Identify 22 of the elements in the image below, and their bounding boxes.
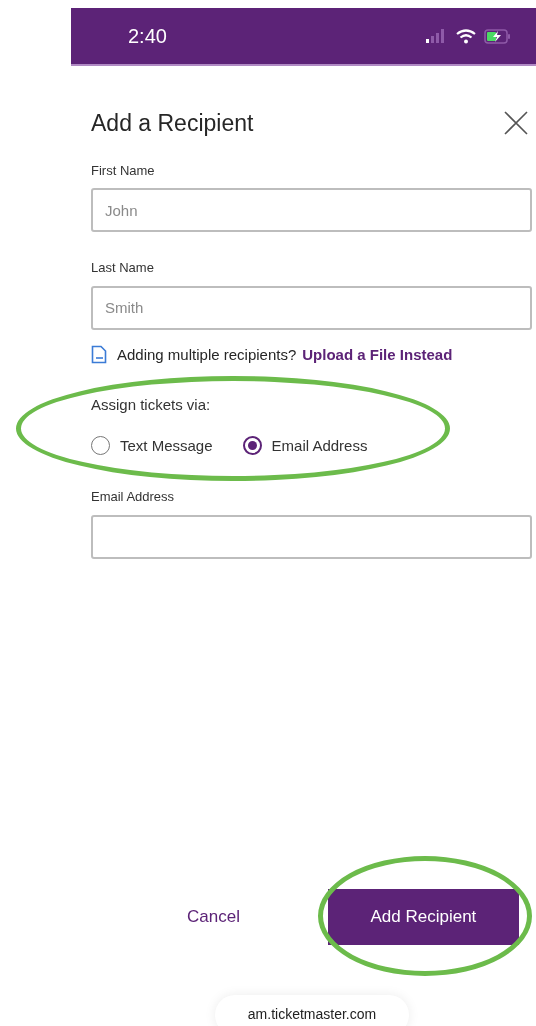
battery-charging-icon <box>484 28 512 44</box>
email-input-field[interactable] <box>91 514 532 559</box>
wifi-icon <box>456 28 476 44</box>
assign-label: Assign tickets via: <box>91 395 212 415</box>
text-input-field[interactable]: Smith <box>91 285 532 330</box>
document-icon <box>91 345 107 365</box>
radio-button[interactable] <box>242 436 262 456</box>
field-label: Email Address <box>91 488 176 506</box>
text-input-field[interactable]: John <box>91 188 532 232</box>
url-bar[interactable]: am.ticketmaster.com <box>215 995 409 1026</box>
upload-hint: Adding multiple recipients? <box>117 344 297 365</box>
status-time: 2:40 <box>128 24 167 49</box>
cancel-button[interactable]: Cancel <box>187 903 240 930</box>
add-recipient-button[interactable]: Add Recipient <box>327 888 519 945</box>
radio-label: Text Message <box>120 435 213 456</box>
dialog-title: Add a Recipient <box>91 109 254 138</box>
radio-label: Email Address <box>271 435 368 456</box>
field-label: Last Name <box>91 259 155 277</box>
close-icon <box>503 110 529 137</box>
url-text: am.ticketmaster.com <box>247 1005 377 1024</box>
upload-file-link[interactable]: Upload a File Instead <box>302 343 453 366</box>
field-label: First Name <box>91 161 156 180</box>
